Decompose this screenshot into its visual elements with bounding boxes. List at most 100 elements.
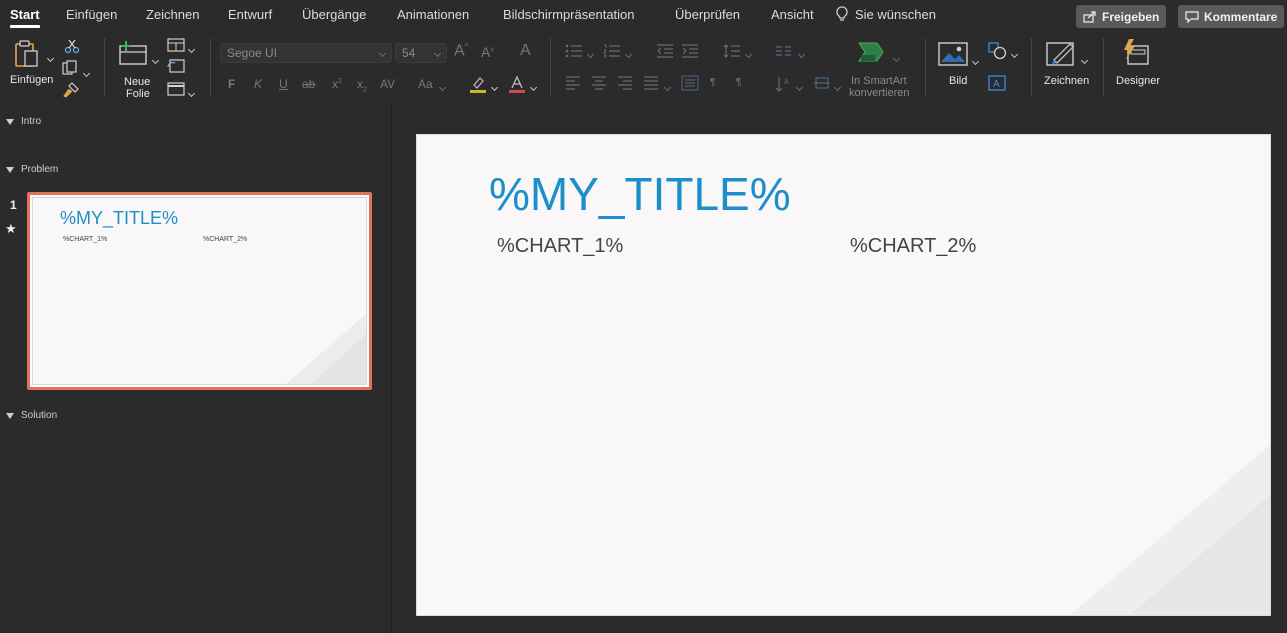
change-case-button[interactable]: Aa [418,77,433,91]
picture-chevron-icon[interactable] [971,53,980,67]
draw-chevron-icon[interactable] [1080,52,1089,66]
grow-font-icon[interactable]: A^ [454,42,468,60]
character-spacing-icon[interactable]: AV [380,77,395,91]
tell-me-search[interactable]: Sie wünschen [835,6,936,23]
italic-button[interactable]: K [254,77,262,91]
justify-chevron-icon[interactable] [663,79,672,93]
bold-button[interactable]: F [228,77,235,91]
line-spacing-icon[interactable] [723,44,741,58]
font-name-select[interactable]: Segoe UI [220,43,392,63]
ribbon-separator [925,38,926,96]
align-center-icon[interactable] [591,76,607,90]
ltr-icon[interactable]: ¶ [710,77,715,88]
scissors-icon[interactable] [64,38,80,54]
underline-button[interactable]: U [279,77,288,91]
layout-icon[interactable] [167,38,185,52]
section-label: Intro [21,116,42,127]
tab-animations[interactable]: Animationen [397,7,469,22]
text-direction-chevron-icon[interactable] [795,79,804,93]
section-header-problem[interactable]: Problem [6,164,58,175]
svg-text:A: A [784,79,789,86]
bullets-icon[interactable] [565,44,583,58]
smartart-label-2: konvertieren [849,87,910,99]
section-chevron-icon[interactable] [187,85,196,99]
section-icon[interactable] [167,82,185,96]
strikethrough-button[interactable]: ab [302,77,315,91]
picture-button[interactable]: Bild [935,38,981,100]
change-case-chevron-icon[interactable] [438,79,447,93]
slide-title[interactable]: %MY_TITLE% [489,167,791,221]
justify-icon[interactable] [643,76,659,90]
tab-draw[interactable]: Zeichnen [146,7,199,22]
new-slide-chevron-icon[interactable] [151,52,160,66]
decrease-indent-icon[interactable] [656,44,674,58]
smartart-label-1: In SmartArt [851,75,907,87]
shapes-chevron-icon[interactable] [1010,46,1019,60]
tab-insert[interactable]: Einfügen [66,7,117,22]
font-color-icon[interactable] [508,75,526,93]
draw-button[interactable]: Zeichnen [1040,38,1096,100]
rtl-icon[interactable]: ¶ [736,77,741,88]
tab-transitions[interactable]: Übergänge [302,7,366,22]
clear-formatting-icon[interactable]: A [520,42,531,60]
align-text-vertical-chevron-icon[interactable] [833,79,842,93]
highlight-chevron-icon[interactable] [490,79,499,93]
font-size-select[interactable]: 54 [395,43,447,63]
align-text-icon[interactable] [681,75,699,91]
line-spacing-chevron-icon[interactable] [744,46,753,60]
superscript-icon[interactable]: x2 [332,77,342,91]
textbox-icon[interactable]: A [988,75,1006,91]
designer-label: Designer [1116,75,1161,87]
new-slide-icon [119,41,147,65]
copy-dropdown-chevron-icon[interactable] [82,65,91,79]
copy-icon[interactable] [62,60,78,76]
font-color-chevron-icon[interactable] [529,79,538,93]
bullets-chevron-icon[interactable] [586,46,595,60]
share-button[interactable]: Freigeben [1076,5,1167,28]
smartart-icon [858,42,884,62]
lightbulb-icon [836,6,848,21]
columns-icon[interactable] [775,44,793,58]
tab-view[interactable]: Ansicht [771,7,814,22]
thumbnail-chart1: %CHART_1% [63,236,108,243]
section-header-intro[interactable]: Intro [6,116,41,127]
increase-indent-icon[interactable] [681,44,699,58]
format-painter-icon[interactable] [63,82,79,98]
new-slide-label-1: Neue [124,76,151,88]
paste-button[interactable]: Einfügen [8,38,58,98]
shapes-icon[interactable] [988,42,1008,60]
draw-canvas-icon [1046,42,1074,66]
font-name-chevron-icon [378,49,387,57]
section-header-solution[interactable]: Solution [6,410,57,421]
new-slide-button[interactable]: Neue Folie [112,38,164,100]
numbering-icon[interactable] [603,44,621,58]
tab-start[interactable]: Start [10,7,40,28]
chart2-placeholder[interactable]: %CHART_2% [850,235,976,258]
tab-design[interactable]: Entwurf [228,7,272,22]
align-right-icon[interactable] [617,76,633,90]
comments-label: Kommentare [1204,9,1278,24]
comment-icon [1185,10,1199,23]
text-direction-icon[interactable]: A [775,75,791,93]
columns-chevron-icon[interactable] [797,46,806,60]
designer-button[interactable]: Designer [1111,36,1167,100]
chart1-placeholder[interactable]: %CHART_1% [497,235,623,258]
numbering-chevron-icon[interactable] [624,46,633,60]
highlight-icon[interactable] [469,75,487,93]
subscript-icon[interactable]: x2 [357,77,367,93]
shrink-font-icon[interactable]: Av [481,44,494,60]
paste-dropdown-chevron-icon[interactable] [46,50,55,64]
paste-label: Einfügen [10,74,54,86]
slide[interactable]: %MY_TITLE% %CHART_1% %CHART_2% [416,134,1271,616]
comments-button[interactable]: Kommentare [1178,5,1285,28]
collapse-triangle-icon [6,166,14,173]
reset-slide-icon[interactable] [167,59,185,73]
tab-review[interactable]: Überprüfen [675,7,740,22]
slide-thumbnail[interactable]: %MY_TITLE% %CHART_1% %CHART_2% [27,192,372,390]
tab-slideshow[interactable]: Bildschirmpräsentation [503,7,635,22]
layout-chevron-icon[interactable] [187,41,196,55]
align-text-vertical-icon[interactable] [813,76,831,90]
convert-smartart-button[interactable]: In SmartArt konvertieren [845,38,917,100]
smartart-chevron-icon[interactable] [892,50,901,64]
align-left-icon[interactable] [565,76,581,90]
